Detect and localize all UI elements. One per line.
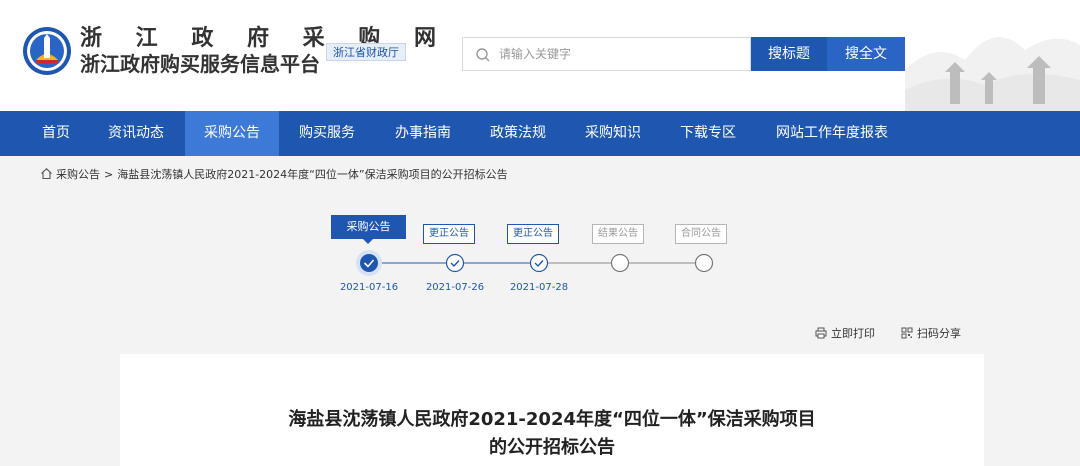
search-input[interactable] bbox=[499, 39, 744, 69]
breadcrumb-current: 海盐县沈荡镇人民政府2021-2024年度“四位一体”保洁采购项目的公开招标公告 bbox=[117, 168, 508, 181]
step-label-correction-2[interactable]: 更正公告 bbox=[507, 224, 559, 244]
step-label-correction-1[interactable]: 更正公告 bbox=[423, 224, 475, 244]
search-title-button[interactable]: 搜标题 bbox=[751, 37, 827, 71]
step-node-done[interactable] bbox=[445, 253, 465, 273]
article-title-line-1: 海盐县沈荡镇人民政府2021-2024年度“四位一体”保洁采购项目 bbox=[288, 409, 816, 430]
step-node-current[interactable] bbox=[356, 250, 382, 276]
search-box bbox=[462, 37, 751, 71]
pagoda-scenery-icon bbox=[905, 37, 1080, 111]
department-badge[interactable]: 浙江省财政厅 bbox=[326, 43, 406, 61]
nav-item-guide[interactable]: 办事指南 bbox=[379, 111, 467, 156]
home-icon[interactable] bbox=[40, 167, 53, 180]
qrcode-icon bbox=[901, 327, 913, 339]
step-date-1: 2021-07-16 bbox=[339, 282, 399, 293]
main-nav: 首页 资讯动态 采购公告 购买服务 办事指南 政策法规 采购知识 下载专区 网站… bbox=[0, 111, 1080, 156]
step-label-procurement-notice[interactable]: 采购公告 bbox=[331, 215, 406, 244]
article-title-line-2: 的公开招标公告 bbox=[489, 437, 615, 458]
print-button[interactable]: 立即打印 bbox=[815, 325, 875, 343]
site-header: 浙 江 政 府 采 购 网 浙江政府购买服务信息平台 浙江省财政厅 搜标题 搜全… bbox=[0, 0, 1080, 111]
nav-item-news[interactable]: 资讯动态 bbox=[92, 111, 180, 156]
nav-item-knowledge[interactable]: 采购知识 bbox=[569, 111, 657, 156]
search-fulltext-button[interactable]: 搜全文 bbox=[827, 37, 905, 71]
progress-track bbox=[356, 250, 714, 276]
nav-item-purchase-service[interactable]: 购买服务 bbox=[283, 111, 371, 156]
breadcrumb-separator: > bbox=[104, 168, 114, 181]
breadcrumb-link-procurement-notice[interactable]: 采购公告 bbox=[56, 168, 100, 181]
search-icon bbox=[476, 48, 490, 62]
step-label-result: 结果公告 bbox=[592, 224, 644, 244]
step-node-done[interactable] bbox=[529, 253, 549, 273]
print-label: 立即打印 bbox=[831, 327, 875, 340]
article-title: 海盐县沈荡镇人民政府2021-2024年度“四位一体”保洁采购项目 的公开招标公… bbox=[120, 406, 984, 462]
step-date-3: 2021-07-28 bbox=[509, 282, 569, 293]
emblem-logo-icon[interactable] bbox=[22, 26, 72, 76]
step-date-2: 2021-07-26 bbox=[425, 282, 485, 293]
step-label-contract: 合同公告 bbox=[675, 224, 727, 244]
nav-item-procurement-notice[interactable]: 采购公告 bbox=[185, 111, 279, 156]
nav-item-policy[interactable]: 政策法规 bbox=[474, 111, 562, 156]
share-label: 扫码分享 bbox=[917, 327, 961, 340]
article-panel: 海盐县沈荡镇人民政府2021-2024年度“四位一体”保洁采购项目 的公开招标公… bbox=[120, 354, 984, 466]
step-node-pending bbox=[694, 253, 714, 273]
nav-item-home[interactable]: 首页 bbox=[28, 111, 84, 156]
step-node-pending bbox=[610, 253, 630, 273]
share-button[interactable]: 扫码分享 bbox=[901, 325, 961, 343]
nav-item-annual-report[interactable]: 网站工作年度报表 bbox=[762, 111, 902, 156]
printer-icon bbox=[815, 327, 827, 339]
site-title-secondary[interactable]: 浙江政府购买服务信息平台 bbox=[80, 52, 320, 76]
breadcrumb: 采购公告 > 海盐县沈荡镇人民政府2021-2024年度“四位一体”保洁采购项目的公… bbox=[40, 166, 508, 184]
nav-item-downloads[interactable]: 下载专区 bbox=[664, 111, 752, 156]
